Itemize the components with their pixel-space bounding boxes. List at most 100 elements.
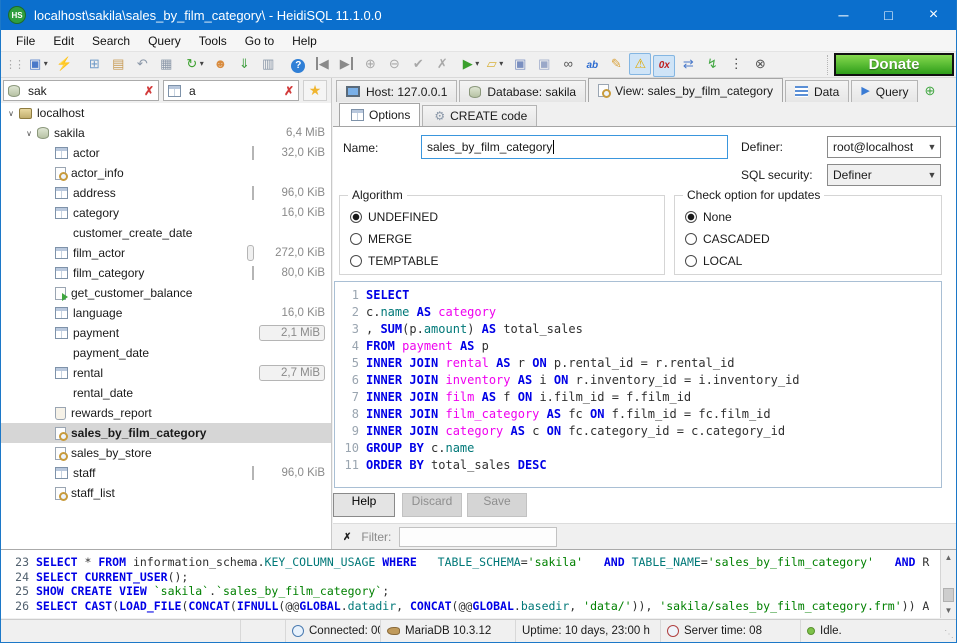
tree-item-sales_by_store[interactable]: sales_by_store [1,443,331,463]
cancel-editing-icon[interactable]: ✗ [431,53,453,75]
radio-button-icon[interactable] [350,211,362,223]
chevron-down-icon[interactable]: ▼ [924,170,940,180]
collapse-chevron-icon[interactable]: ∨ [5,109,17,118]
minimize-button[interactable]: ─ [821,0,866,30]
tree-item-payment[interactable]: payment2,1 MiB [1,323,331,343]
tree-item-rental_date[interactable]: rental_date [1,383,331,403]
database-filter-input[interactable]: sak ✗ [3,80,159,101]
menu-search[interactable]: Search [83,31,139,51]
tree-item-staff_list[interactable]: staff_list [1,483,331,503]
menu-file[interactable]: File [7,31,44,51]
chevron-down-icon[interactable]: ▾ [197,59,206,68]
copy-icon[interactable]: ⊞ [83,53,105,75]
tree-item-sales_by_film_category[interactable]: sales_by_film_category [1,423,331,443]
disconnect-icon[interactable]: ⚡ [53,53,75,75]
tree-item-get_customer_balance[interactable]: get_customer_balance [1,283,331,303]
close-filter-icon[interactable]: ✗ [343,532,351,543]
tree-item-film_actor[interactable]: film_actor272,0 KiB [1,243,331,263]
chevron-down-icon[interactable]: ▾ [41,59,50,68]
paste-icon[interactable]: ▤ [107,53,129,75]
tab-view-sales-by-film-category[interactable]: View: sales_by_film_category [588,78,783,102]
tab-host-127-0-0-1[interactable]: Host: 127.0.0.1 [336,80,457,102]
radio-algorithm-merge[interactable]: MERGE [350,232,412,246]
discard-button[interactable]: Discard [402,493,462,517]
radio-button-icon[interactable] [685,255,697,267]
save-sql-as-icon[interactable]: ▣ [533,53,555,75]
table-filter-input[interactable]: a ✗ [163,80,299,101]
radio-algorithm-temptable[interactable]: TEMPTABLE [350,254,438,268]
session-manager-icon[interactable]: ▣▾ [28,53,51,75]
radio-check-option-local[interactable]: LOCAL [685,254,742,268]
insert-row-icon[interactable]: ⊕ [359,53,381,75]
tree-item-staff[interactable]: staff96,0 KiB [1,463,331,483]
save-button[interactable]: Save [467,493,527,517]
menu-go-to[interactable]: Go to [236,31,283,51]
save-snapshot-icon[interactable]: ▥ [257,53,279,75]
menu-edit[interactable]: Edit [44,31,83,51]
resize-grip[interactable]: ⋱ [944,629,954,640]
chevron-down-icon[interactable]: ▾ [473,59,482,68]
undo-icon[interactable]: ↶ [131,53,153,75]
tree-item-rewards_report[interactable]: rewards_report [1,403,331,423]
next-result-icon[interactable]: ⇄ [677,53,699,75]
blob-as-text-icon[interactable]: 0x [653,55,675,77]
print-icon[interactable]: ▦ [155,53,177,75]
view-select-sql-editor[interactable]: 1SELECT2c.name AS category3, SUM(p.amoun… [334,281,942,488]
tree-item-actor_info[interactable]: actor_info [1,163,331,183]
menu-help[interactable]: Help [283,31,326,51]
radio-button-icon[interactable] [350,233,362,245]
tree-item-category[interactable]: category16,0 KiB [1,203,331,223]
tree-item-film_category[interactable]: film_category80,0 KiB [1,263,331,283]
radio-check-option-cascaded[interactable]: CASCADED [685,232,770,246]
scroll-down-icon[interactable]: ▼ [941,603,956,618]
user-manager-icon[interactable]: ☻ [209,53,231,75]
radio-button-icon[interactable] [685,211,697,223]
radio-check-option-none[interactable]: None [685,210,732,224]
toolbar-grip[interactable]: ⋮⋮ [5,58,23,71]
menu-query[interactable]: Query [139,31,190,51]
tab-database-sakila[interactable]: Database: sakila [459,80,586,102]
delete-row-icon[interactable]: ⊖ [383,53,405,75]
stop-process-icon[interactable]: ⊗ [749,53,771,75]
reformat-sql-icon[interactable]: ✎ [605,53,627,75]
tree-item-address[interactable]: address96,0 KiB [1,183,331,203]
scroll-up-icon[interactable]: ▲ [941,550,956,565]
add-query-tab-icon[interactable]: ⊕ [924,83,935,99]
clear-database-filter-icon[interactable]: ✗ [142,84,156,98]
collapse-chevron-icon[interactable]: ∨ [23,129,35,138]
help-button[interactable]: Help [333,493,395,517]
chevron-down-icon[interactable]: ▾ [497,59,506,68]
close-button[interactable]: × [911,0,956,30]
reconnect-icon[interactable]: ↯ [701,53,723,75]
tree-item-customer_create_date[interactable]: customer_create_date [1,223,331,243]
tab-data[interactable]: Data [785,80,849,102]
sql-log-panel[interactable]: 23SELECT * FROM information_schema.KEY_C… [1,549,956,618]
replace-text-icon[interactable]: ab [581,55,603,77]
nav-last-icon[interactable]: ▶ [335,53,357,75]
sql-security-combobox[interactable]: Definer ▼ [827,164,941,186]
scrollbar-thumb[interactable] [943,588,954,602]
maximize-button[interactable]: □ [866,0,911,30]
tree-item-rental[interactable]: rental2,7 MiB [1,363,331,383]
help-icon[interactable]: ? [287,55,309,77]
menu-tools[interactable]: Tools [190,31,236,51]
export-tables-icon[interactable]: ⇓ [233,53,255,75]
tree-item-payment_date[interactable]: payment_date [1,343,331,363]
radio-button-icon[interactable] [685,233,697,245]
execute-sql-icon[interactable]: ▶▾ [461,53,483,75]
tree-item-sakila[interactable]: ∨sakila6,4 MiB [1,123,331,143]
log-scrollbar[interactable]: ▲ ▼ [940,550,956,618]
radio-algorithm-undefined[interactable]: UNDEFINED [350,210,438,224]
save-sql-icon[interactable]: ▣ [509,53,531,75]
tree-item-language[interactable]: language16,0 KiB [1,303,331,323]
object-tree[interactable]: ∨localhost∨sakila6,4 MiBactor32,0 KiBact… [1,103,331,549]
tab-query[interactable]: ▶Query [851,80,918,102]
subtab-options[interactable]: Options [339,103,420,126]
view-name-input[interactable]: sales_by_film_category [421,135,728,159]
load-sql-file-icon[interactable]: ▱▾ [485,53,507,75]
filter-input[interactable] [399,527,557,547]
radio-button-icon[interactable] [350,255,362,267]
definer-combobox[interactable]: root@localhost ▼ [827,136,941,158]
clear-table-filter-icon[interactable]: ✗ [282,84,296,98]
chevron-down-icon[interactable]: ▼ [924,142,940,152]
